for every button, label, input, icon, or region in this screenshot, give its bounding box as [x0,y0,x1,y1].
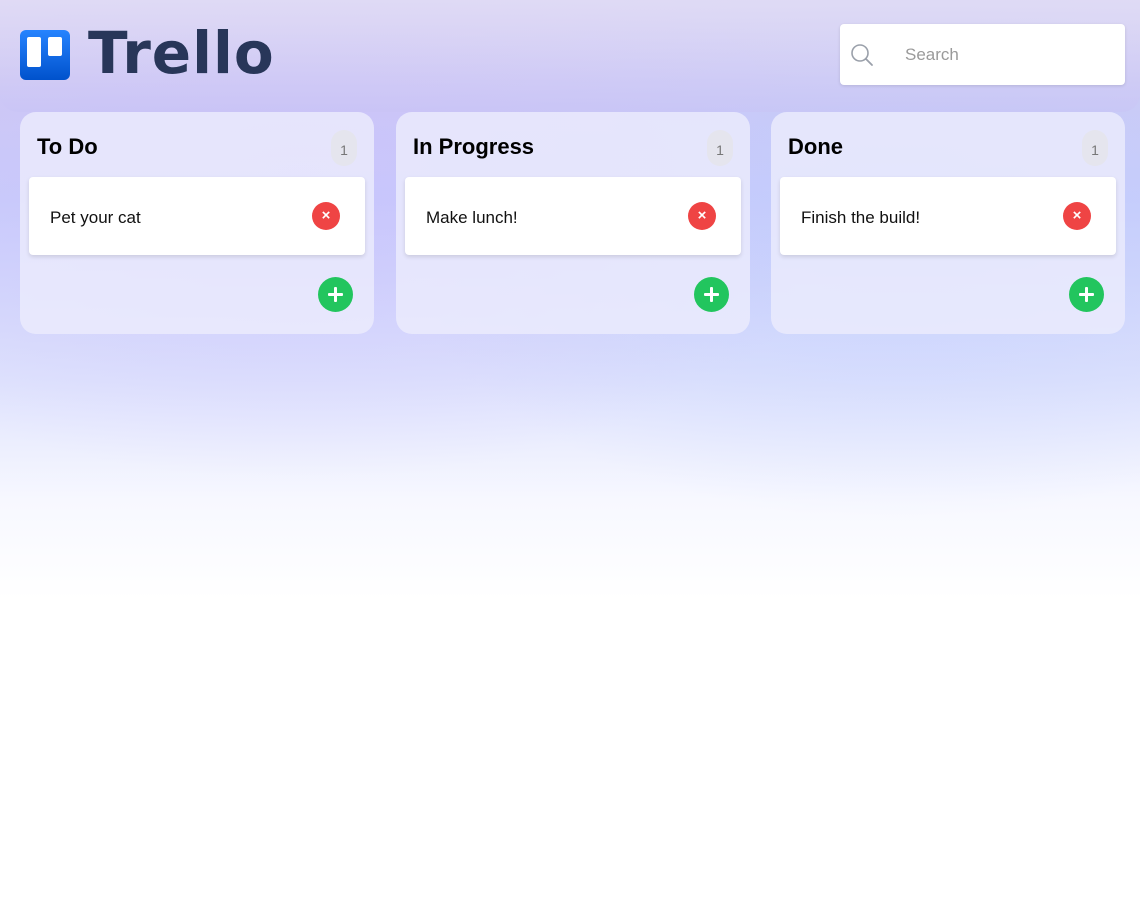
column-count-badge: 1 [331,130,357,166]
card[interactable]: Finish the build! × [780,177,1116,255]
column-count-badge: 1 [1082,130,1108,166]
add-card-button[interactable] [318,277,353,312]
card-text: Finish the build! [801,208,921,227]
logo-text: Trello [88,19,275,87]
card[interactable]: Pet your cat × [29,177,365,255]
search-input[interactable] [905,42,1105,68]
column-to-do: To Do 1 Pet your cat × [20,112,374,334]
card-text: Pet your cat [50,208,141,227]
add-card-button[interactable] [1069,277,1104,312]
logo: Trello [20,24,275,82]
add-card-button[interactable] [694,277,729,312]
card-text: Make lunch! [426,208,518,227]
delete-card-button[interactable]: × [688,202,716,230]
column-title: In Progress [413,134,535,159]
column-title: Done [788,134,843,159]
column-in-progress: In Progress 1 Make lunch! × [396,112,750,334]
trello-logo-icon [20,30,70,80]
delete-card-button[interactable]: × [312,202,340,230]
delete-card-button[interactable]: × [1063,202,1091,230]
search-icon [851,44,873,66]
column-count-badge: 1 [707,130,733,166]
header: Trello [0,0,1140,112]
search-box [840,24,1125,85]
column-title: To Do [37,134,98,159]
column-done: Done 1 Finish the build! × [771,112,1125,334]
card[interactable]: Make lunch! × [405,177,741,255]
